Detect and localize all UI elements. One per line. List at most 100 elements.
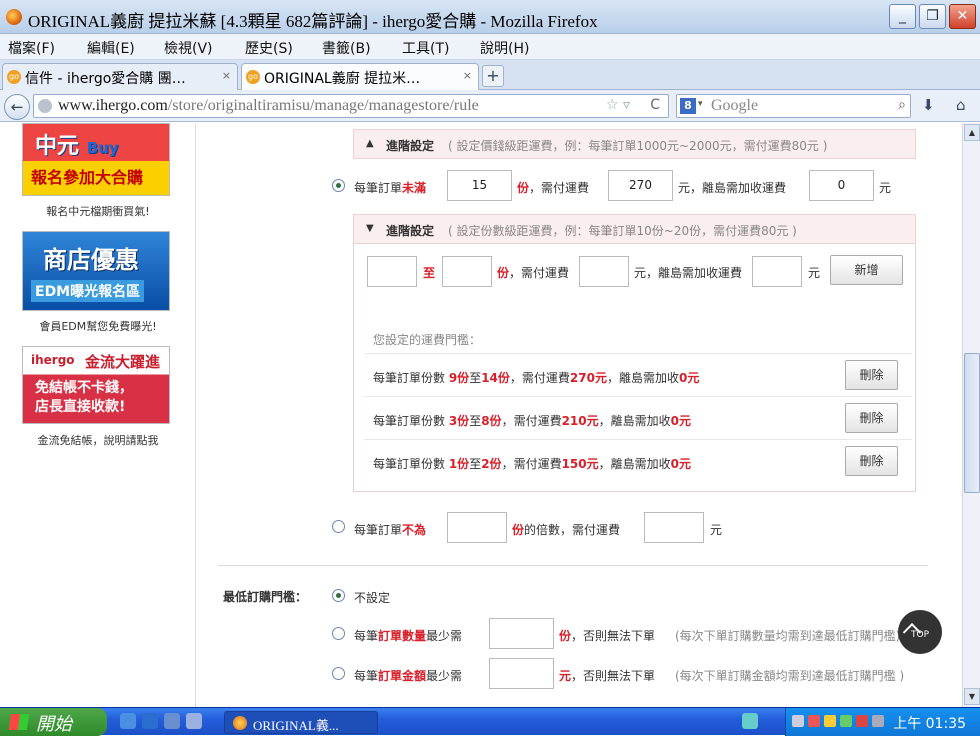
new-tab-button[interactable]: + xyxy=(482,65,504,87)
bookmark-star-icon[interactable]: ☆ ▿ xyxy=(606,97,630,113)
radio-min-none[interactable] xyxy=(332,589,345,602)
min-qty-input[interactable] xyxy=(489,618,554,649)
delete-rule-button[interactable]: 刪除 xyxy=(845,360,898,390)
tab-close-icon[interactable]: × xyxy=(463,69,472,82)
system-tray: 上午 01:35 xyxy=(785,708,980,736)
min-qty-note: (每次下單訂購數量均需到達最低訂購門檻) xyxy=(675,629,901,643)
search-placeholder: Google xyxy=(711,97,759,114)
opt-not-label: 每筆訂單不為 xyxy=(354,523,427,537)
ad-subtitle: 報名參加大合購 xyxy=(31,168,144,187)
taskbar-window-label: ORIGINAL義... xyxy=(253,718,339,733)
tray-volume-icon[interactable] xyxy=(872,715,884,727)
ihergo-favicon-icon: go xyxy=(246,70,260,84)
min-amount-tail: 元，否則無法下單 xyxy=(559,669,656,683)
tier-from-input[interactable] xyxy=(367,256,417,287)
tab-original-store[interactable]: go ORIGINAL義廚 提拉米… × xyxy=(241,63,479,91)
close-button[interactable]: ✕ xyxy=(949,4,976,29)
tier-to-label: 至 xyxy=(423,266,436,280)
tray-alert-icon[interactable] xyxy=(824,715,836,727)
firefox-icon xyxy=(233,716,247,730)
reload-icon[interactable]: C xyxy=(650,97,660,113)
ad-payment-banner[interactable]: ihergo 金流大躍進 免結帳不卡錢， 店長直接收款! xyxy=(22,346,170,424)
download-icon[interactable]: ⬇ xyxy=(922,96,935,114)
language-bar-icon[interactable] xyxy=(742,713,758,729)
menu-view[interactable]: 檢視(V) xyxy=(164,38,213,58)
add-tier-button[interactable]: 新增 xyxy=(830,255,903,285)
quicklaunch-desktop-icon[interactable] xyxy=(186,713,202,729)
order-under-fee-input[interactable]: 270 xyxy=(608,170,673,201)
url-bar[interactable]: www.ihergo.com/store/originaltiramisu/ma… xyxy=(33,94,669,118)
delete-rule-button[interactable]: 刪除 xyxy=(845,403,898,433)
google-icon[interactable]: 8 xyxy=(680,98,696,114)
url-text[interactable]: www.ihergo.com/store/originaltiramisu/ma… xyxy=(58,97,479,115)
ad-midyear-banner[interactable]: 中元 Buy 報名參加大合購 xyxy=(22,123,170,196)
tab-mail[interactable]: go 信件 - ihergo愛合購 團… × xyxy=(2,63,238,90)
scroll-down-arrow-icon[interactable]: ▼ xyxy=(964,688,980,705)
menu-history[interactable]: 歷史(S) xyxy=(245,38,293,58)
maximize-button[interactable]: ❐ xyxy=(919,4,946,29)
radio-order-not-multiple[interactable] xyxy=(332,520,345,533)
menu-file[interactable]: 檔案(F) xyxy=(8,38,55,58)
tab-close-icon[interactable]: × xyxy=(222,69,231,82)
window-title: ORIGINAL義廚 提拉米蘇 [4.3顆星 682篇評論] - ihergo愛… xyxy=(28,12,598,31)
window-titlebar: ORIGINAL義廚 提拉米蘇 [4.3顆星 682篇評論] - ihergo愛… xyxy=(0,0,980,34)
min-amount-label: 每筆訂單金額最少需 xyxy=(354,669,463,683)
ad-caption[interactable]: 會員EDM幫您免費曝光! xyxy=(0,318,196,334)
divider xyxy=(218,565,928,566)
order-under-qty-input[interactable]: 15 xyxy=(447,170,512,201)
advanced-label: 進階設定 xyxy=(386,224,435,238)
order-multiple-fee-input[interactable] xyxy=(644,512,704,543)
radio-order-under[interactable] xyxy=(332,179,345,192)
menu-bookmarks[interactable]: 書籤(B) xyxy=(322,38,371,58)
menu-edit[interactable]: 編輯(E) xyxy=(87,38,135,58)
tray-app-icon[interactable] xyxy=(856,715,868,727)
advanced-price-tier-toggle[interactable]: ▲ 進階設定 ( 設定價錢級距運費，例：每筆訂單1000元~2000元，需付運費… xyxy=(353,129,916,159)
min-qty-tail: 份，否則無法下單 xyxy=(559,629,656,643)
expand-arrow-icon: ▼ xyxy=(366,223,374,234)
quicklaunch-globe-icon[interactable] xyxy=(142,713,158,729)
back-button[interactable]: ← xyxy=(4,94,30,120)
order-under-island-input[interactable]: 0 xyxy=(809,170,874,201)
minimize-button[interactable]: _ xyxy=(889,4,916,29)
scroll-up-arrow-icon[interactable]: ▲ xyxy=(964,124,980,141)
tier-fee-input[interactable] xyxy=(579,256,629,287)
order-multiple-qty-input[interactable] xyxy=(447,512,507,543)
tray-app-icon[interactable] xyxy=(840,715,852,727)
advanced-hint: ( 設定價錢級距運費，例：每筆訂單1000元~2000元，需付運費80元 ) xyxy=(448,139,828,153)
ad-title: 商店優惠 xyxy=(43,246,139,274)
tier-island-input[interactable] xyxy=(752,256,802,287)
delete-rule-button[interactable]: 刪除 xyxy=(845,446,898,476)
globe-icon xyxy=(38,99,52,113)
ad-caption[interactable]: 報名中元檔期衝買氣! xyxy=(0,203,196,219)
collapse-arrow-icon: ▲ xyxy=(366,138,374,149)
ad-caption[interactable]: 金流免結帳，說明請點我 xyxy=(0,432,196,448)
radio-min-qty[interactable] xyxy=(332,627,345,640)
search-icon[interactable]: ⌕ xyxy=(898,97,906,113)
ad-store-deals-banner[interactable]: 商店優惠 EDM曝光報名區 xyxy=(22,231,170,311)
radio-min-amount[interactable] xyxy=(332,667,345,680)
quicklaunch-media-icon[interactable] xyxy=(164,713,180,729)
scroll-thumb[interactable] xyxy=(964,353,980,493)
scroll-to-top-button[interactable]: TOP xyxy=(898,610,942,654)
start-button[interactable]: 開始 xyxy=(0,708,107,736)
tab-label: 信件 - ihergo愛合購 團… xyxy=(25,71,186,87)
advanced-label: 進階設定 xyxy=(386,139,435,153)
tray-security-icon[interactable] xyxy=(808,715,820,727)
min-amount-input[interactable] xyxy=(489,658,554,689)
advanced-qty-tier-toggle[interactable]: ▼ 進階設定 ( 設定份數級距運費，例：每筆訂單10份~20份，需付運費80元 … xyxy=(353,214,916,244)
yuan-label: 元 xyxy=(710,523,723,537)
yuan-label: 元 xyxy=(808,266,821,280)
menu-tools[interactable]: 工具(T) xyxy=(402,38,449,58)
tier-to-input[interactable] xyxy=(442,256,492,287)
menu-help[interactable]: 說明(H) xyxy=(480,38,529,58)
vertical-scrollbar[interactable]: ▲ ▼ xyxy=(962,123,980,707)
search-engine-dropdown-icon[interactable]: ▾ xyxy=(698,99,703,109)
rule-text: 每筆訂單份數 9份至14份，需付運費270元，離島需加收0元 xyxy=(373,371,700,385)
search-bar[interactable]: 8 ▾ Google ⌕ xyxy=(676,94,911,118)
quicklaunch-ie-icon[interactable] xyxy=(120,713,136,729)
home-icon[interactable]: ⌂ xyxy=(956,96,966,114)
divider xyxy=(364,396,912,397)
tray-network-icon[interactable] xyxy=(792,715,804,727)
url-path: /store/originaltiramisu/manage/managesto… xyxy=(167,97,479,114)
taskbar-firefox-window[interactable]: ORIGINAL義... xyxy=(224,711,378,734)
